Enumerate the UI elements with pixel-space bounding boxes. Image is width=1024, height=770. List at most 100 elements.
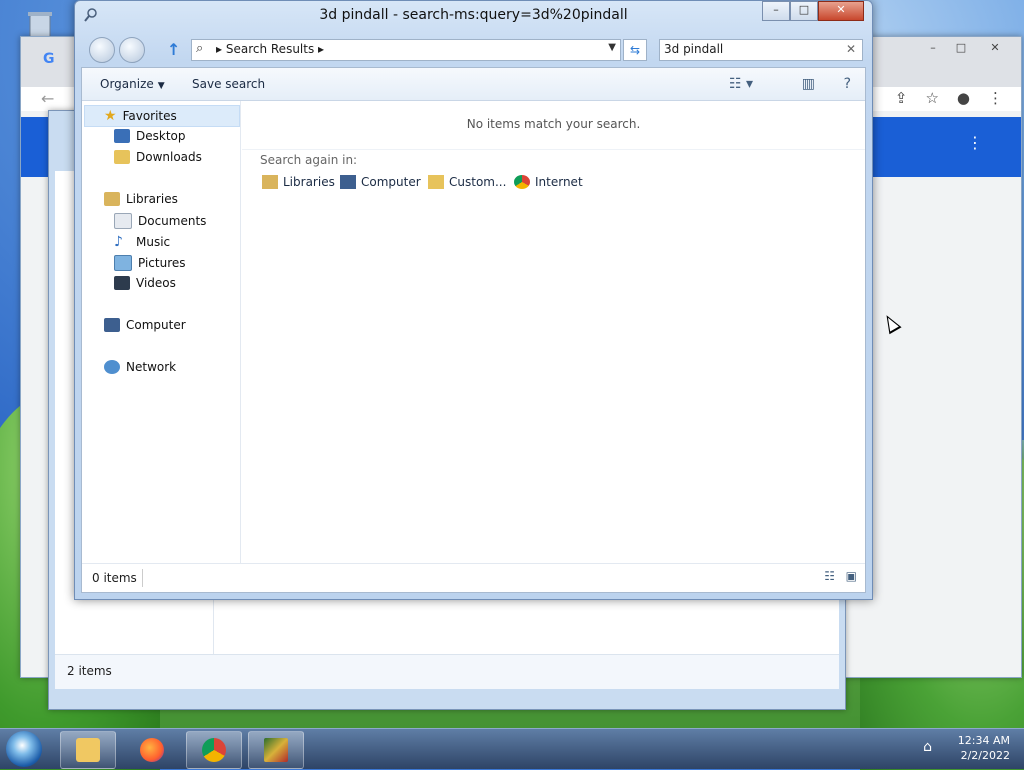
clear-search-icon[interactable]: ✕: [846, 42, 856, 56]
taskbar: ⌂ 12:34 AM 2/2/2022: [0, 728, 1024, 769]
nav-videos[interactable]: Videos: [114, 276, 176, 290]
divider: [242, 149, 865, 150]
status-divider: [142, 569, 143, 587]
nav-videos-label: Videos: [136, 276, 176, 290]
search-query[interactable]: 3d pindall: [664, 42, 723, 56]
breadcrumb[interactable]: ▸ Search Results ▸: [216, 42, 324, 56]
refresh-button[interactable]: ⇆: [623, 39, 647, 61]
search-again-custom[interactable]: Custom...: [428, 175, 506, 189]
share-icon[interactable]: ⇪: [895, 89, 908, 107]
firefox-icon: [140, 738, 164, 762]
back-arrow-icon[interactable]: ←: [41, 89, 54, 108]
taskbar-firefox[interactable]: [124, 731, 180, 769]
pictures-icon: [114, 255, 132, 271]
search-input[interactable]: 3d pindall ✕: [659, 39, 863, 61]
taskbar-explorer[interactable]: [60, 731, 116, 769]
folder-icon: [76, 738, 100, 762]
nav-desktop-label: Desktop: [136, 129, 186, 143]
command-bar: Organize ▼ Save search ☷ ▾ ▥ ?: [82, 68, 865, 101]
computer-icon: [340, 175, 356, 189]
star-icon: ★: [104, 108, 117, 124]
nav-desktop[interactable]: Desktop: [114, 129, 186, 143]
back-button[interactable]: [89, 37, 115, 63]
location-label: Computer: [361, 175, 421, 189]
view-options-icon[interactable]: ☷ ▾: [729, 76, 753, 92]
window-title: 3d pindall - search-ms:query=3d%20pindal…: [319, 7, 628, 23]
organize-label: Organize: [100, 77, 154, 91]
organize-button[interactable]: Organize ▼: [100, 77, 165, 91]
location-label: Libraries: [283, 175, 335, 189]
start-button[interactable]: [6, 731, 42, 767]
profile-icon[interactable]: ●: [957, 89, 970, 107]
location-label: Custom...: [449, 175, 507, 189]
nav-network[interactable]: Network: [104, 360, 176, 374]
custom-folder-icon: [428, 175, 444, 189]
status-bar: 0 items ☷ ▣: [82, 563, 865, 592]
search-again-internet[interactable]: Internet: [514, 175, 583, 189]
taskbar-pinball[interactable]: [248, 731, 304, 769]
item-count: 0 items: [92, 571, 137, 585]
up-arrow-icon[interactable]: ↑: [167, 40, 180, 59]
search-again-computer[interactable]: Computer: [340, 175, 421, 189]
nav-documents[interactable]: Documents: [114, 213, 206, 229]
chevron-down-icon[interactable]: ▼: [608, 42, 616, 53]
chrome-icon: [202, 738, 226, 762]
google-icon[interactable]: G: [43, 51, 55, 67]
desktop-icon: [114, 129, 130, 143]
nav-pictures[interactable]: Pictures: [114, 255, 186, 271]
chrome-icon: [514, 175, 530, 189]
nav-music-label: Music: [136, 235, 171, 249]
search-again-label: Search again in:: [260, 153, 358, 167]
music-icon: ♪: [114, 234, 123, 250]
background-item-count: 2 items: [67, 664, 112, 678]
help-icon[interactable]: ?: [844, 76, 851, 92]
libraries-icon: [104, 192, 120, 206]
menu-kebab-icon[interactable]: ⋮: [988, 89, 1003, 107]
search-icon: ⌕: [196, 41, 204, 56]
explorer-content: Organize ▼ Save search ☷ ▾ ▥ ? ★ Favorite…: [81, 67, 866, 593]
network-tray-icon[interactable]: ⌂: [923, 739, 932, 755]
forward-button[interactable]: [119, 37, 145, 63]
results-pane: No items match your search. Search again…: [242, 101, 865, 564]
empty-results-message: No items match your search.: [466, 117, 641, 131]
title-bar[interactable]: 3d pindall - search-ms:query=3d%20pindal…: [75, 1, 872, 33]
chrome-minimize-button[interactable]: –: [921, 41, 945, 57]
location-label: Internet: [535, 175, 583, 189]
chrome-maximize-button[interactable]: □: [949, 41, 973, 57]
nav-network-label: Network: [126, 360, 177, 374]
large-icons-view-icon[interactable]: ▣: [846, 569, 857, 583]
nav-libraries-label: Libraries: [126, 192, 178, 206]
close-button[interactable]: ✕: [818, 1, 864, 21]
save-search-button[interactable]: Save search: [192, 77, 265, 91]
navigation-pane: ★ Favorites Desktop Downloads Libraries …: [82, 101, 241, 564]
breadcrumb-search-results[interactable]: Search Results: [226, 42, 314, 56]
nav-downloads-label: Downloads: [136, 150, 202, 164]
minimize-button[interactable]: –: [762, 1, 790, 21]
nav-libraries[interactable]: Libraries: [104, 192, 178, 206]
computer-icon: [104, 318, 120, 332]
clock[interactable]: 12:34 AM 2/2/2022: [958, 733, 1010, 763]
nav-pictures-label: Pictures: [138, 256, 186, 270]
details-view-icon[interactable]: ☷: [824, 569, 835, 583]
address-bar[interactable]: ⌕ ▸ Search Results ▸ ▼: [191, 39, 621, 61]
clock-time: 12:34 AM: [957, 734, 1010, 747]
documents-icon: [114, 213, 132, 229]
chrome-close-button[interactable]: ✕: [983, 41, 1007, 57]
nav-computer[interactable]: Computer: [104, 318, 186, 332]
search-again-libraries[interactable]: Libraries: [262, 175, 335, 189]
network-icon: [104, 360, 120, 374]
nav-favorites[interactable]: ★ Favorites: [104, 108, 177, 124]
caption-buttons: – □ ✕: [762, 1, 864, 21]
background-status-bar: 2 items: [55, 654, 839, 689]
chrome-toolbar-icons: ⇪ ☆ ● ⋮: [895, 89, 1003, 107]
maximize-button[interactable]: □: [790, 1, 818, 21]
page-menu-icon[interactable]: ⋮: [967, 133, 983, 152]
explorer-search-window: 3d pindall - search-ms:query=3d%20pindal…: [74, 0, 873, 600]
videos-icon: [114, 276, 130, 290]
preview-pane-icon[interactable]: ▥: [802, 76, 815, 92]
nav-downloads[interactable]: Downloads: [114, 150, 202, 164]
pinball-icon: [264, 738, 288, 762]
taskbar-chrome[interactable]: [186, 731, 242, 769]
star-icon[interactable]: ☆: [925, 89, 938, 107]
nav-music[interactable]: ♪ Music: [114, 234, 170, 250]
